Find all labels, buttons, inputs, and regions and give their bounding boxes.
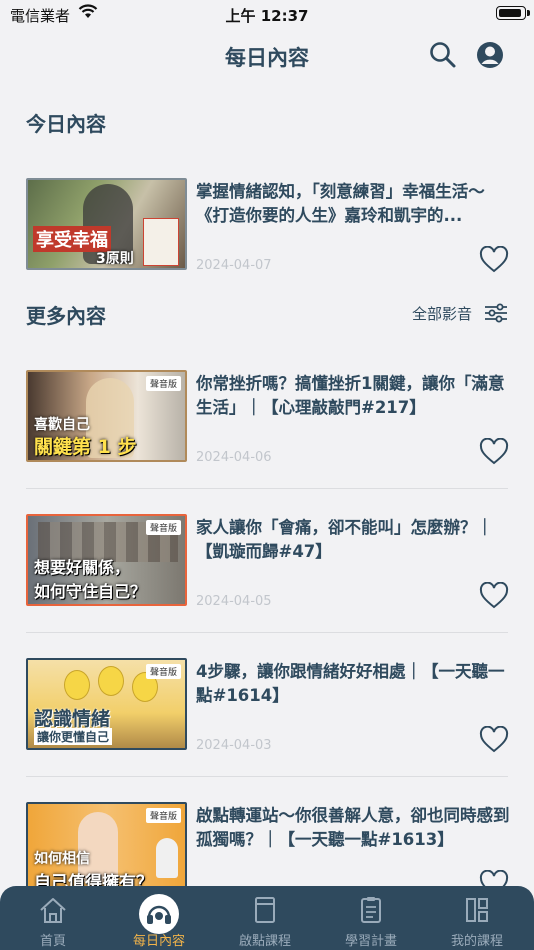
tab-my-courses[interactable]: 我的課程 bbox=[424, 886, 530, 950]
battery-icon bbox=[496, 6, 530, 20]
filter-button[interactable]: 全部影音 bbox=[412, 300, 508, 326]
grid-icon bbox=[466, 898, 488, 922]
content-card[interactable]: 聲音版 認識情緒 讓你更懂自己 4步驟，讓你跟情緒好好相處｜【一天聽一點#161… bbox=[26, 658, 509, 753]
divider bbox=[26, 776, 508, 777]
heart-icon[interactable] bbox=[479, 438, 509, 466]
tab-home[interactable]: 首頁 bbox=[0, 886, 106, 950]
card-title: 家人讓你「會痛，卻不能叫」怎麼辦？｜【凱璇而歸#47】 bbox=[196, 518, 493, 561]
filter-label: 全部影音 bbox=[411, 304, 472, 323]
heart-icon[interactable] bbox=[479, 246, 509, 274]
card-date: 2024-04-05 bbox=[196, 594, 272, 609]
content-card[interactable]: 聲音版 喜歡自己 關鍵第 1 步 你常挫折嗎？搞懂挫折1關鍵，讓你「滿意生活」｜… bbox=[26, 370, 509, 465]
filter-sliders-icon bbox=[485, 303, 507, 323]
tab-courses[interactable]: 啟點課程 bbox=[212, 886, 318, 950]
book-icon bbox=[255, 897, 275, 923]
section-title-more: 更多內容 bbox=[26, 304, 106, 328]
search-icon[interactable] bbox=[428, 40, 458, 70]
card-title: 4步驟，讓你跟情緒好好相處｜【一天聽一點#1614】 bbox=[196, 662, 505, 705]
clock: 上午 12:37 bbox=[225, 7, 309, 25]
heart-icon[interactable] bbox=[479, 726, 509, 754]
card-date: 2024-04-03 bbox=[196, 738, 272, 753]
card-date: 2024-04-07 bbox=[196, 258, 272, 273]
content-card[interactable]: 聲音版 想要好關係， 如何守住自己？ 家人讓你「會痛，卻不能叫」怎麼辦？｜【凱璇… bbox=[26, 514, 509, 609]
tab-bar: 首頁 每日內容 啟點課程 學習計畫 我的課程 bbox=[0, 886, 534, 950]
divider bbox=[26, 632, 508, 633]
card-date: 2024-04-06 bbox=[196, 450, 272, 465]
thumbnail: 聲音版 喜歡自己 關鍵第 1 步 bbox=[26, 370, 187, 462]
heart-icon[interactable] bbox=[479, 582, 509, 610]
clipboard-icon bbox=[361, 897, 381, 923]
thumbnail: 聲音版 認識情緒 讓你更懂自己 bbox=[26, 658, 187, 750]
card-title: 你常挫折嗎？搞懂挫折1關鍵，讓你「滿意生活」｜【心理敲敲門#217】 bbox=[196, 374, 505, 417]
account-icon[interactable] bbox=[475, 40, 505, 70]
content-card[interactable]: 聲音版 如何相信 自己值得擁有？ 啟點轉運站～你很善解人意，卻也同時感到孤獨嗎？… bbox=[26, 802, 510, 897]
home-icon bbox=[40, 898, 66, 923]
tab-learning-plan[interactable]: 學習計畫 bbox=[318, 886, 424, 950]
status-bar: 電信業者 上午 12:37 bbox=[0, 0, 534, 28]
tab-daily-content[interactable]: 每日內容 bbox=[106, 886, 212, 950]
thumbnail: 聲音版 想要好關係， 如何守住自己？ bbox=[26, 514, 187, 606]
today-content-card[interactable]: 享受幸福 3原則 掌握情緒認知，「刻意練習」幸福生活～《打造你要的人生》嘉玲和凱… bbox=[26, 178, 509, 273]
card-title: 掌握情緒認知，「刻意練習」幸福生活～《打造你要的人生》嘉玲和凱宇的... bbox=[196, 182, 485, 225]
divider bbox=[26, 488, 508, 489]
section-title-today: 今日內容 bbox=[26, 112, 106, 136]
thumbnail: 聲音版 如何相信 自己值得擁有？ bbox=[26, 802, 187, 894]
thumbnail: 享受幸福 3原則 bbox=[26, 178, 187, 270]
headphones-icon bbox=[147, 905, 171, 924]
card-title: 啟點轉運站～你很善解人意，卻也同時感到孤獨嗎？｜【一天聽一點#1613】 bbox=[196, 806, 510, 849]
nav-bar: 每日內容 bbox=[0, 28, 534, 84]
